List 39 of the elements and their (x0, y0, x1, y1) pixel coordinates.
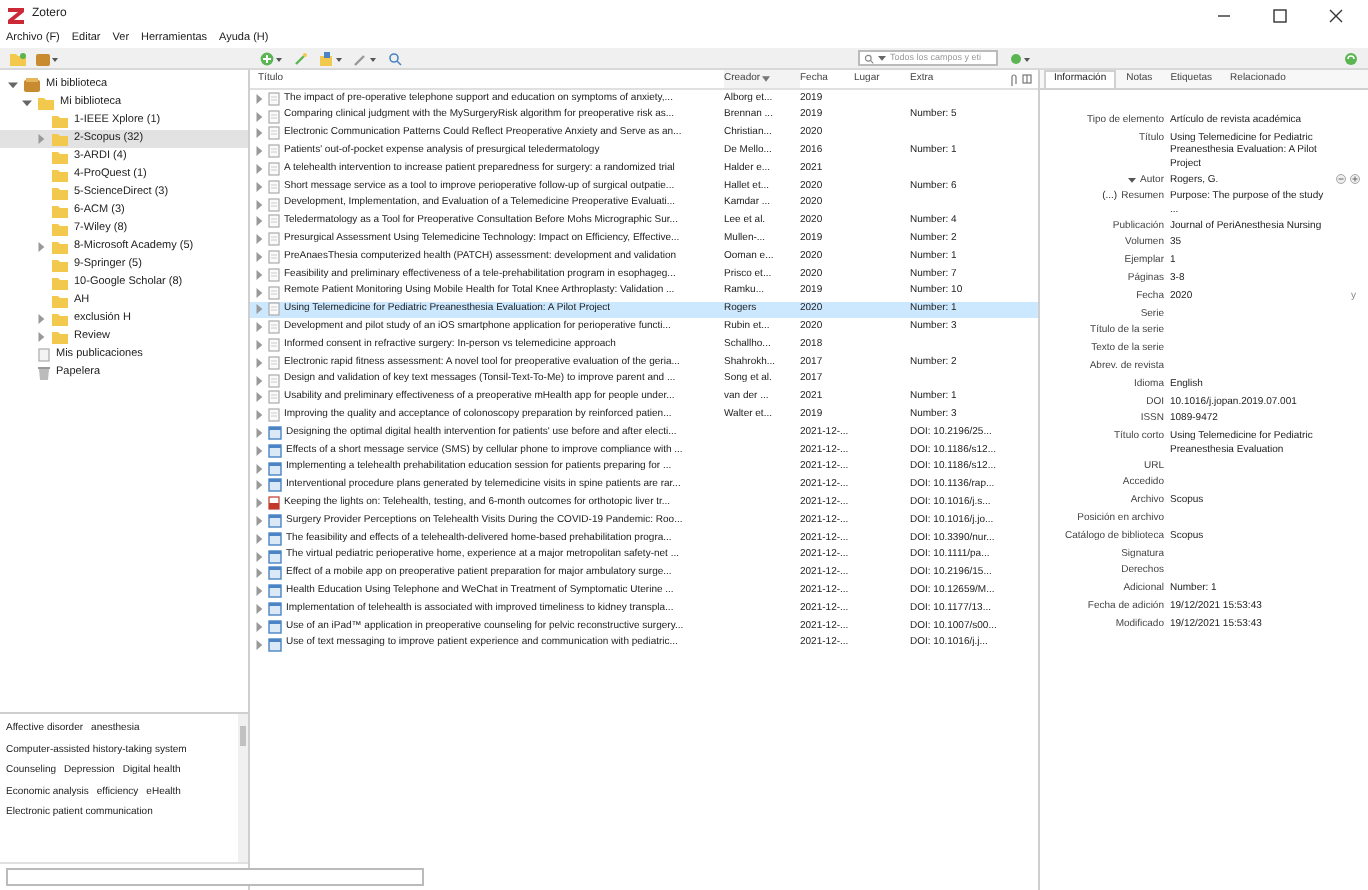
document-icon (268, 232, 280, 247)
minus-icon[interactable] (1336, 173, 1346, 184)
document-icon (268, 320, 280, 335)
new-folder-icon[interactable] (10, 51, 26, 65)
sort-icon (762, 76, 771, 82)
document-icon (268, 408, 280, 423)
pen-menu-icon[interactable] (354, 51, 376, 65)
document-icon (268, 144, 280, 159)
new-item-icon[interactable] (260, 51, 282, 65)
twisty-icon[interactable] (22, 98, 32, 108)
attachment-column-icon[interactable] (1010, 73, 1018, 85)
tag-filter-field[interactable] (6, 868, 424, 886)
column-picker-icon[interactable] (1022, 74, 1032, 84)
caret-icon (878, 54, 886, 62)
webpage-icon (268, 637, 282, 652)
sync-icon[interactable] (1344, 51, 1358, 65)
twisty-icon[interactable] (36, 314, 46, 324)
twisty-icon[interactable] (36, 242, 46, 252)
wand-icon[interactable] (294, 51, 308, 65)
scrollbar[interactable] (238, 714, 248, 862)
plus-icon[interactable] (1350, 173, 1360, 184)
pdf-icon (268, 496, 280, 511)
twisty-icon[interactable] (36, 332, 46, 342)
attachment-menu-icon[interactable] (320, 51, 342, 65)
twisty-icon[interactable] (8, 80, 18, 90)
caret-icon[interactable] (1128, 176, 1137, 185)
zotero-logo-icon (8, 7, 24, 23)
library-menu-icon[interactable] (36, 51, 58, 65)
webpage-icon (268, 602, 282, 616)
search-icon[interactable] (388, 51, 402, 65)
close-icon[interactable] (1328, 7, 1344, 23)
maximize-icon[interactable] (1272, 7, 1288, 23)
search-icon (864, 53, 874, 63)
webpage-icon (268, 584, 282, 599)
trash-icon (38, 366, 50, 380)
library-icon (24, 78, 40, 92)
webpage-icon (268, 619, 282, 634)
document-icon (268, 91, 280, 106)
document-icon (38, 348, 50, 362)
